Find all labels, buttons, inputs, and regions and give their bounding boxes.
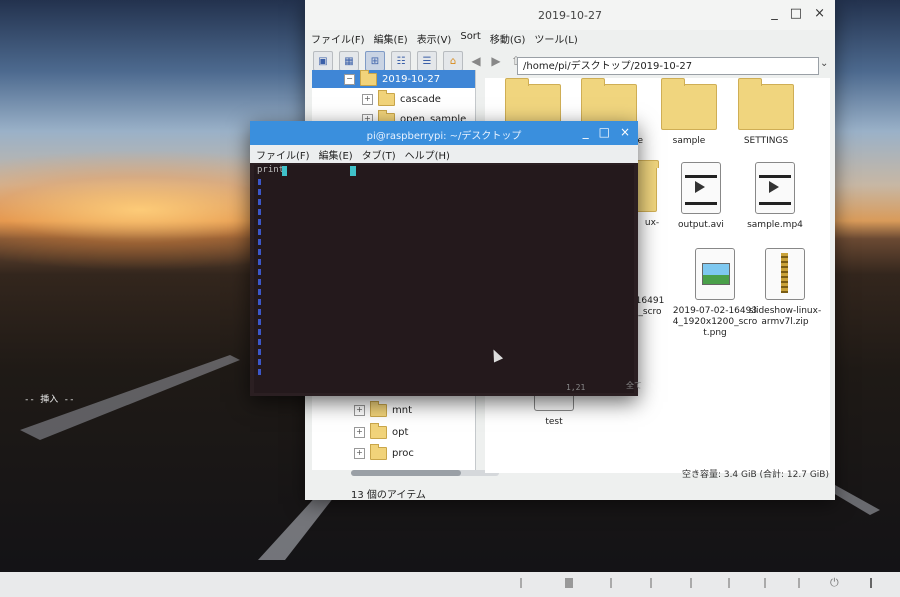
cursor-icon (282, 166, 287, 176)
tree-item-label: cascade (400, 93, 441, 105)
folder-icon (378, 89, 395, 106)
new-window-icon[interactable]: ▣ (313, 51, 333, 71)
minimize-button[interactable]: _ (583, 125, 589, 139)
maximize-button[interactable]: □ (599, 125, 610, 139)
file-item-label: test (545, 417, 563, 427)
taskbar-item[interactable] (610, 578, 612, 588)
home-icon[interactable]: ⌂ (443, 51, 463, 71)
file-item-label: output.avi (678, 220, 724, 230)
tree-item-label: mnt (392, 404, 412, 416)
expand-icon[interactable]: + (354, 447, 365, 459)
video-file-icon (755, 162, 795, 214)
close-button[interactable]: × (620, 125, 630, 139)
folder-icon (661, 78, 717, 130)
taskbar-item[interactable] (520, 578, 522, 588)
video-file-icon (681, 162, 721, 214)
tree-item-cascade[interactable]: + cascade (312, 89, 441, 108)
expand-icon[interactable]: + (362, 93, 373, 105)
menu-go[interactable]: 移動(G) (490, 30, 526, 48)
terminal-line: print (257, 165, 285, 175)
menu-view[interactable]: 表示(V) (417, 30, 452, 48)
thumbnail-view-icon[interactable]: ▦ (339, 51, 359, 71)
compact-view-icon[interactable]: ☷ (391, 51, 411, 71)
path-input[interactable]: /home/pi/デスクトップ/2019-10-27 (517, 57, 819, 75)
menu-file[interactable]: ファイル(F) (311, 30, 365, 48)
image-file-icon (695, 248, 735, 300)
folder-icon (370, 400, 387, 417)
minimize-button[interactable]: _ (771, 6, 778, 21)
vim-scroll-indicator: 全て (626, 381, 642, 390)
tree-item-2019-10-27[interactable]: − 2019-10-27 (312, 70, 475, 88)
file-item-label: sample (672, 136, 706, 146)
folder-icon (738, 78, 794, 130)
file-item[interactable]: output.avi (663, 162, 739, 231)
taskbar-item[interactable] (764, 578, 766, 588)
maximize-button[interactable]: □ (790, 6, 802, 21)
file-manager-menubar: ファイル(F) 編集(E) 表示(V) Sort 移動(G) ツール(L) (305, 30, 835, 48)
file-item[interactable]: sample.mp4 (737, 162, 813, 231)
menu-help[interactable]: ヘルプ(H) (405, 147, 450, 162)
menu-file[interactable]: ファイル(F) (256, 147, 310, 162)
tree-item-label: opt (392, 426, 409, 438)
tree-item-opt[interactable]: + opt (312, 422, 409, 441)
file-manager-titlebar[interactable]: 2019-10-27 _ □ × (305, 0, 835, 30)
cursor-icon (350, 166, 356, 176)
zip-file-icon (765, 248, 805, 300)
collapse-icon[interactable]: − (344, 73, 355, 85)
power-icon[interactable]: ⏻ (830, 576, 839, 590)
terminal-titlebar[interactable]: pi@raspberrypi: ~/デスクトップ _ □ × (250, 121, 638, 145)
file-item-label: SETTINGS (743, 136, 789, 146)
file-item-label: slideshow-linux- armv7l.zip (748, 306, 822, 327)
file-item[interactable]: slideshow-linux- armv7l.zip (747, 248, 823, 328)
taskbar-item[interactable] (798, 578, 800, 588)
vim-tilde-column (258, 179, 261, 379)
tree-item-label: proc (392, 447, 414, 459)
expand-icon[interactable]: + (354, 426, 365, 438)
tree-item-mnt[interactable]: + mnt (312, 400, 412, 419)
menu-edit[interactable]: 編集(E) (319, 147, 353, 162)
free-space-status: 空き容量: 3.4 GiB (合計: 12.7 GiB) (681, 470, 829, 480)
vim-mode-indicator: -- 挿入 -- (24, 395, 75, 405)
forward-icon[interactable]: ▶ (489, 54, 503, 68)
folder-icon (370, 443, 387, 460)
menu-edit[interactable]: 編集(E) (374, 30, 408, 48)
chevron-down-icon[interactable]: ⌄ (820, 58, 828, 69)
tree-item-label: 2019-10-27 (382, 73, 441, 85)
taskbar-item[interactable] (690, 578, 692, 588)
file-item[interactable]: SETTINGS (728, 78, 804, 147)
terminal-window: pi@raspberrypi: ~/デスクトップ _ □ × ファイル(F) 編… (250, 121, 638, 396)
taskbar: ⏻ (0, 572, 900, 597)
taskbar-item[interactable] (728, 578, 730, 588)
scrollbar-thumb[interactable] (351, 470, 461, 476)
menu-sort[interactable]: Sort (460, 30, 481, 48)
taskbar-item[interactable] (565, 578, 573, 588)
taskbar-item[interactable] (870, 578, 872, 588)
expand-icon[interactable]: + (354, 404, 365, 416)
close-button[interactable]: × (814, 6, 825, 21)
menu-tools[interactable]: ツール(L) (534, 30, 577, 48)
menu-tabs[interactable]: タブ(T) (362, 147, 396, 162)
file-item-label: sample.mp4 (747, 220, 803, 230)
taskbar-item[interactable] (650, 578, 652, 588)
terminal-title: pi@raspberrypi: ~/デスクトップ (366, 131, 522, 142)
back-icon[interactable]: ◀ (469, 54, 483, 68)
item-count-status: 13 個のアイテム (351, 490, 426, 501)
icon-view-icon[interactable]: ⊞ (365, 51, 385, 71)
tree-item-proc[interactable]: + proc (312, 443, 414, 462)
terminal-menubar: ファイル(F) 編集(E) タブ(T) ヘルプ(H) (250, 145, 638, 163)
folder-icon (370, 422, 387, 439)
terminal-screen[interactable]: print (254, 165, 634, 393)
folder-icon (635, 160, 659, 212)
file-item[interactable]: sample (651, 78, 727, 147)
folder-icon (360, 70, 377, 86)
list-view-icon[interactable]: ☰ (417, 51, 437, 71)
tree-horizontal-scrollbar[interactable] (351, 470, 499, 476)
vim-cursor-position: 1,21 (566, 383, 586, 392)
file-manager-title: 2019-10-27 (538, 9, 602, 22)
